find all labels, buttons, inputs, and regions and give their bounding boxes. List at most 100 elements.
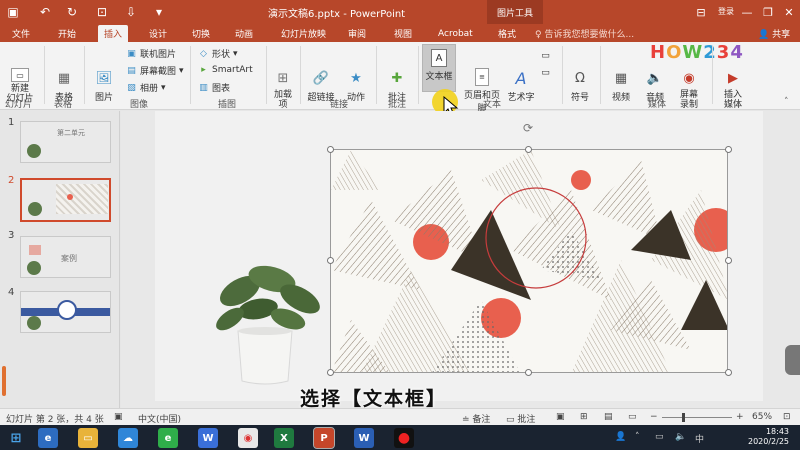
notes-button[interactable]: ≐ 备注 xyxy=(462,412,490,425)
tray-user-icon[interactable]: 👤 xyxy=(615,432,626,442)
chart-label: 图表 xyxy=(212,84,231,94)
header-footer-icon: ≡ xyxy=(475,68,489,86)
slideshow-icon[interactable]: ▭ xyxy=(628,412,637,422)
tell-me-search[interactable]: ♀ 告诉我您想要做什么... xyxy=(535,27,634,40)
rotate-handle-icon[interactable]: ⟳ xyxy=(523,121,533,135)
share-icon: 👤 xyxy=(758,30,770,40)
addins-button[interactable]: ⊞ 加载 项 xyxy=(270,68,296,111)
smartart-button[interactable]: ▸ SmartArt xyxy=(198,64,252,75)
tab-file[interactable]: 文件 xyxy=(6,25,36,42)
current-slide[interactable]: ⟳ xyxy=(155,111,763,401)
text-extra-button-2[interactable]: ▭ xyxy=(540,67,551,78)
present-icon[interactable]: ⊡ xyxy=(93,3,111,21)
slide-thumbnail-3[interactable]: 案例 xyxy=(20,236,111,278)
maximize-icon[interactable]: ❐ xyxy=(759,3,777,21)
tab-acrobat[interactable]: Acrobat xyxy=(432,25,479,42)
share-button[interactable]: 👤 共享 xyxy=(758,27,790,40)
slide-thumbnail-2[interactable] xyxy=(20,178,111,222)
chart-button[interactable]: ▥ 图表 xyxy=(198,81,231,95)
slide-number: 3 xyxy=(8,230,15,241)
addins-label: 加载 项 xyxy=(273,90,292,110)
resize-handle-nw[interactable] xyxy=(327,146,334,153)
resize-handle-sw[interactable] xyxy=(327,369,334,376)
spellcheck-icon[interactable]: ▣ xyxy=(114,412,123,422)
wps-icon[interactable]: W xyxy=(198,428,218,448)
tab-view[interactable]: 视图 xyxy=(388,25,418,42)
redo-icon[interactable]: ↻ xyxy=(63,3,81,21)
zoom-level[interactable]: 65% xyxy=(752,412,772,422)
selected-picture[interactable] xyxy=(330,149,728,373)
side-scroll-tab[interactable] xyxy=(785,345,800,375)
resize-handle-ne[interactable] xyxy=(725,146,732,153)
baidu-netdisk-icon[interactable]: ☁ xyxy=(118,428,138,448)
edge-browser-icon[interactable]: e xyxy=(158,428,178,448)
tab-home[interactable]: 开始 xyxy=(52,25,82,42)
zoom-out-icon[interactable]: − xyxy=(650,412,658,422)
slide-sorter-icon[interactable]: ⊞ xyxy=(580,412,588,422)
normal-view-icon[interactable]: ▣ xyxy=(556,412,565,422)
zoom-in-icon[interactable]: + xyxy=(736,412,744,422)
resize-handle-e[interactable] xyxy=(725,257,732,264)
customize-qat-icon[interactable]: ▾ xyxy=(150,3,168,21)
tab-transitions[interactable]: 切换 xyxy=(186,25,216,42)
resize-handle-s[interactable] xyxy=(525,369,532,376)
resize-handle-se[interactable] xyxy=(725,369,732,376)
tab-slideshow[interactable]: 幻灯片放映 xyxy=(275,25,332,42)
text-extra-button-1[interactable]: ▭ xyxy=(540,50,551,61)
slide-thumbnail-1[interactable]: 第二单元 xyxy=(20,121,111,163)
comments-button[interactable]: ▭ 批注 xyxy=(506,412,535,425)
text-small-icon: ▭ xyxy=(541,50,550,61)
volume-icon[interactable]: 🔈 xyxy=(675,432,686,442)
input-method-icon[interactable]: 中 xyxy=(695,432,704,445)
word-icon[interactable]: W xyxy=(354,428,374,448)
chrome-icon[interactable]: ◉ xyxy=(238,428,258,448)
textbox-button[interactable]: A 文本框 xyxy=(422,44,456,92)
slide-thumbnail-4[interactable] xyxy=(20,291,111,333)
tab-format[interactable]: 格式 xyxy=(492,25,522,42)
quick-access-icon[interactable]: ⇩ xyxy=(122,3,140,21)
resize-handle-w[interactable] xyxy=(327,257,334,264)
album-label: 相册 xyxy=(140,84,159,94)
symbol-button[interactable]: Ω 符号 xyxy=(566,68,594,104)
save-icon[interactable]: ▣ xyxy=(4,3,22,21)
share-label: 共享 xyxy=(772,30,791,40)
text-small-icon: ▭ xyxy=(541,67,550,78)
powerpoint-icon[interactable]: P xyxy=(313,427,335,449)
undo-icon[interactable]: ↶ xyxy=(36,3,54,21)
video-button[interactable]: ▦ 视频 xyxy=(606,68,636,104)
tab-design[interactable]: 设计 xyxy=(143,25,173,42)
zoom-slider-thumb[interactable] xyxy=(682,413,685,422)
mountain-pattern-image xyxy=(331,150,727,372)
ribbon-display-icon[interactable]: ⊟ xyxy=(692,3,710,21)
reading-view-icon[interactable]: ▤ xyxy=(604,412,613,422)
tab-animations[interactable]: 动画 xyxy=(229,25,259,42)
file-explorer-icon[interactable]: ▭ xyxy=(78,428,98,448)
close-icon[interactable]: ✕ xyxy=(780,3,798,21)
resize-handle-n[interactable] xyxy=(525,146,532,153)
language-status[interactable]: 中文(中国) xyxy=(138,412,181,425)
wordart-button[interactable]: A 艺术字 xyxy=(506,68,536,104)
minimize-icon[interactable]: — xyxy=(738,3,756,21)
screenshot-button[interactable]: ▤ 屏幕截图 ▾ xyxy=(126,64,183,78)
pictures-button[interactable]: 🖼 图片 xyxy=(89,68,119,104)
album-button[interactable]: ▧ 相册 ▾ xyxy=(126,81,165,95)
record-app-icon[interactable]: ● xyxy=(394,428,414,448)
tab-review[interactable]: 审阅 xyxy=(342,25,372,42)
how234-logo: HOW234 xyxy=(650,42,744,63)
shapes-button[interactable]: ◇ 形状 ▾ xyxy=(198,47,238,61)
windows-start-icon[interactable]: ⊞ xyxy=(6,428,26,448)
online-pictures-button[interactable]: ▣ 联机图片 xyxy=(126,47,176,61)
slide-3-title: 案例 xyxy=(61,254,77,263)
lightbulb-icon: ♀ xyxy=(535,30,542,40)
tray-chevron-icon[interactable]: ˄ xyxy=(635,432,640,442)
fit-slide-icon[interactable]: ⊡ xyxy=(783,412,791,422)
zoom-slider[interactable] xyxy=(662,417,732,418)
tab-insert[interactable]: 插入 xyxy=(98,25,129,42)
excel-icon[interactable]: X xyxy=(274,428,294,448)
network-icon[interactable]: ▭ xyxy=(655,432,664,442)
ie-browser-icon[interactable]: e xyxy=(38,428,58,448)
collapse-ribbon-icon[interactable]: ˄ xyxy=(784,97,789,107)
system-clock[interactable]: 18:43 2020/2/25 xyxy=(748,427,789,447)
signin-link[interactable]: 登录 xyxy=(718,6,734,17)
screen-record-button[interactable]: ◉ 屏幕 录制 xyxy=(674,68,704,111)
